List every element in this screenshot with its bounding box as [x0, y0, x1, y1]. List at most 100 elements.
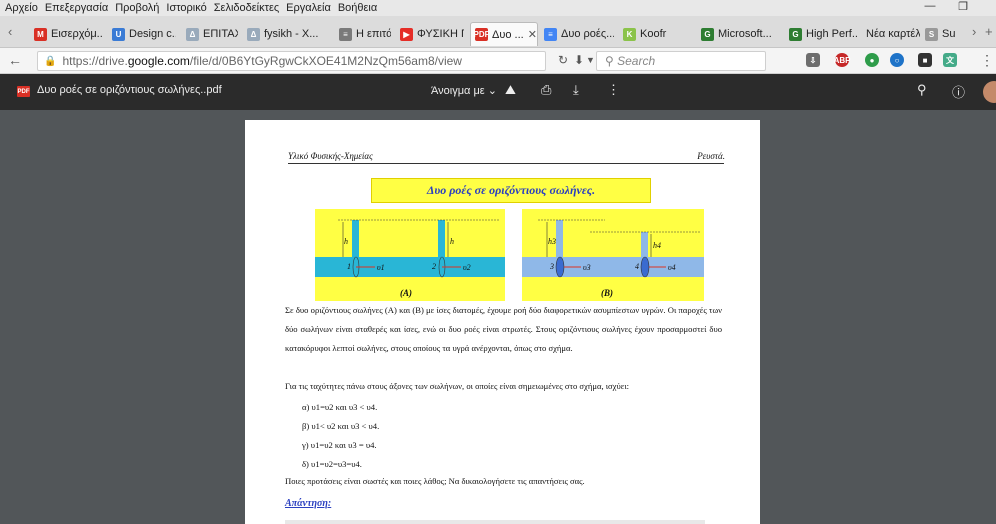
tab-6[interactable]: PDF Δυο ... ✕ — [470, 22, 538, 46]
label-u4: υ4 — [668, 263, 676, 272]
tube-1 — [352, 220, 359, 257]
extension-icon[interactable]: ● — [865, 53, 879, 67]
label-3: 3 — [549, 262, 554, 271]
pipe-a — [315, 257, 505, 277]
url-domain: google.com — [127, 54, 190, 68]
download-file-icon[interactable]: ⤓ — [573, 82, 579, 98]
url-suffix: /file/d/0B6YtGyRgwCkXOE41M2NzQm56am8/vie… — [189, 54, 462, 68]
answer-heading: Απάντηση: — [285, 498, 332, 509]
tab-label: SubzT — [942, 28, 955, 40]
tab-scroll-left-icon[interactable]: ‹ — [8, 24, 12, 39]
youtube-icon: ▶ — [400, 27, 413, 41]
menu-view[interactable]: Προβολή — [115, 2, 159, 14]
tube-3 — [556, 220, 563, 257]
lock-icon: 🔒 — [44, 55, 57, 67]
tab-label: Νέα καρτέλα — [866, 28, 920, 40]
microsoft-icon: G — [701, 27, 714, 41]
close-tab-icon[interactable]: ✕ — [528, 28, 537, 41]
tab-7[interactable]: ≡ Δυο ροές... — [540, 22, 614, 46]
option-b: β) υ1< υ2 και υ3 < υ4. — [302, 421, 380, 431]
menu-history[interactable]: Ιστορικό — [166, 2, 206, 14]
chevron-down-icon: ⌄ — [487, 85, 497, 97]
tab-10[interactable]: G High Perf... — [785, 22, 857, 46]
url-bar[interactable]: 🔒 https://drive. google.com/file/d/0B6YtG… — [37, 51, 546, 71]
tab-1[interactable]: U Design c... — [108, 22, 176, 46]
tab-12[interactable]: S SubzT — [921, 22, 955, 46]
label-u3: υ3 — [583, 263, 591, 272]
section-3 — [555, 256, 565, 278]
tab-label: Koofr — [640, 28, 667, 40]
open-with-label: Άνοιγμα με — [431, 85, 485, 97]
tab-label: fysikh - X... — [264, 28, 319, 40]
print-icon[interactable]: ⎙ — [541, 82, 551, 98]
tab-label: Δυο ... — [492, 28, 524, 41]
slides-icon: ≡ — [339, 27, 352, 41]
tab-8[interactable]: K Koofr — [619, 22, 689, 46]
tube-2 — [438, 220, 445, 257]
info-icon[interactable]: ⓘ — [952, 82, 965, 101]
minimize-icon[interactable]: — — [920, 0, 940, 16]
label-h4: h4 — [653, 241, 661, 250]
search-input[interactable]: ⚲ Search — [596, 51, 766, 71]
problem-paragraph: Σε δυο οριζόντιους σωλήνες (Α) και (Β) μ… — [285, 305, 722, 353]
open-with-button[interactable]: Άνοιγμα με ⌄ — [431, 84, 497, 97]
tab-0[interactable]: M Εισερχόμ... — [30, 22, 103, 46]
adblock-icon[interactable]: ABP — [834, 53, 850, 67]
option-d: δ) υ1=υ2=υ3=υ4. — [302, 459, 362, 469]
pdf-file-icon: PDF — [17, 86, 30, 97]
label-1: 1 — [347, 262, 351, 271]
search-icon: ⚲ — [605, 54, 618, 68]
extension-blue-icon[interactable]: ○ — [890, 53, 904, 67]
url-prefix: https://drive. — [62, 54, 128, 68]
tab-5[interactable]: ▶ ΦΥΣΙΚΗ Γ... — [396, 22, 464, 46]
download-icon[interactable]: ⬇ — [574, 53, 584, 67]
drive-icon: Δ — [186, 27, 199, 41]
menu-tools[interactable]: Εργαλεία — [286, 2, 331, 14]
download-status-icon[interactable]: ⇩ — [806, 53, 820, 67]
docs-icon: ≡ — [544, 27, 557, 41]
dropdown-icon[interactable]: ▼ — [586, 55, 595, 65]
tab-label: High Perf... — [806, 28, 857, 40]
option-c: γ) υ1=υ2 και υ3 = υ4. — [302, 440, 377, 450]
search-placeholder: Search — [617, 54, 656, 68]
translate-icon[interactable]: 文 — [943, 53, 957, 67]
restore-icon[interactable]: ❐ — [953, 0, 973, 16]
design-icon: U — [112, 27, 125, 41]
label-a: (A) — [400, 288, 412, 298]
add-to-drive-icon[interactable]: ⛰ — [505, 82, 516, 98]
label-u2: υ2 — [463, 263, 471, 272]
reload-icon[interactable]: ↻ — [558, 53, 568, 67]
overflow-menu-icon[interactable]: ⋮ — [980, 52, 994, 69]
tab-label: Η επιτάχ... — [356, 28, 391, 40]
tab-3[interactable]: Δfysikh - X... — [243, 22, 328, 46]
tab-bar: ‹ M Εισερχόμ... U Design c... Δ ΕΠΙΤΑΧΥ... Δfy… — [0, 16, 996, 48]
menu-edit[interactable]: Επεξεργασία — [45, 2, 108, 14]
label-h-2: h — [450, 237, 454, 246]
menu-help[interactable]: Βοήθεια — [338, 2, 377, 14]
new-tab-icon[interactable]: + — [985, 24, 993, 39]
zoom-icon[interactable]: ⚲ — [917, 82, 927, 98]
pocket-icon[interactable]: ■ — [918, 53, 932, 67]
section-4 — [640, 256, 650, 278]
tab-4[interactable]: ≡ Η επιτάχ... — [335, 22, 391, 46]
more-options-icon[interactable]: ⋮ — [607, 82, 620, 98]
gmail-icon: M — [34, 27, 47, 41]
label-h3: h3 — [548, 237, 556, 246]
option-a: α) υ1=υ2 και υ3 < υ4. — [302, 402, 378, 412]
tab-2[interactable]: Δ ΕΠΙΤΑΧΥ... — [182, 22, 238, 46]
tab-11[interactable]: Νέα καρτέλα — [862, 22, 920, 46]
file-name: Δυο ροές σε οριζόντιους σωλήνες..pdf — [37, 84, 222, 96]
pdf-page: Υλικό Φυσικής-Χημείας Ρευστά. Δυο ροές σ… — [245, 120, 760, 524]
avatar[interactable] — [983, 81, 996, 103]
back-icon[interactable]: ← — [8, 52, 22, 68]
tab-label: Design c... — [129, 28, 176, 40]
pdf-icon: PDF — [473, 28, 490, 41]
tab-scroll-right-icon[interactable]: › — [972, 24, 976, 39]
tab-label: Δυο ροές... — [561, 28, 614, 40]
menu-bar: Αρχείο Επεξεργασία Προβολή Ιστορικό Σελι… — [0, 0, 996, 16]
menu-file[interactable]: Αρχείο — [5, 2, 38, 14]
menu-bookmarks[interactable]: Σελιδοδείκτες — [214, 2, 279, 14]
subz-icon: S — [925, 27, 938, 41]
highperf-icon: G — [789, 27, 802, 41]
tab-9[interactable]: G Microsoft... — [697, 22, 779, 46]
